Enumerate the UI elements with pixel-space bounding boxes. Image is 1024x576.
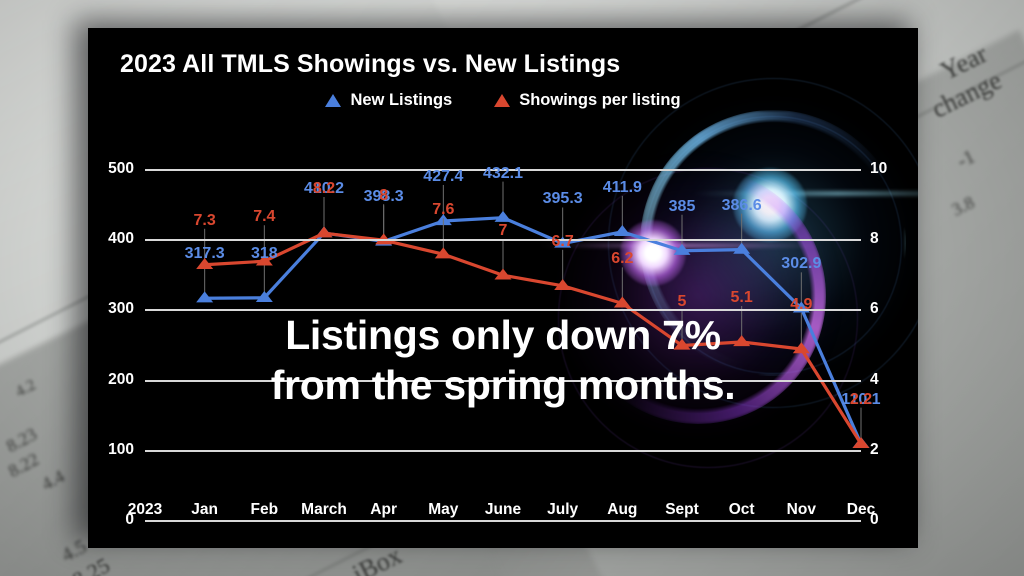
overlay-line-2: from the spring months. [270,362,736,409]
data-point-label: 8 [379,187,389,205]
x-axis-tick-label: May [428,501,459,518]
screenshot-stage: Yearchange-18.238.224.44.58.25iBox4.23.8… [0,0,1024,576]
x-axis-tick-label: Jan [191,501,219,518]
x-axis-tick-label: Feb [250,501,279,518]
data-point-label: 6.2 [611,250,634,268]
x-axis-tick-label: Apr [370,501,398,518]
series-svg [196,181,870,448]
x-axis-tick-label: Oct [728,501,755,518]
y-axis-left-tick-label: 500 [108,160,134,177]
data-point-marker[interactable] [852,436,870,448]
data-point-label: 432.1 [482,164,524,182]
overlay-line-1: Listings only down 7% [285,312,721,358]
y-axis-right-tick-label: 2 [870,440,879,458]
data-point-label: 5.1 [730,288,753,306]
data-point-label: 427.4 [423,167,464,185]
data-point-marker[interactable] [315,226,333,238]
gridline [145,520,861,522]
data-point-label: 8.2 [312,180,336,198]
x-axis-tick-label: Dec [846,501,876,518]
y-axis-left-tick-label: 100 [108,440,134,458]
data-point-label: 5 [677,292,687,310]
data-point-marker[interactable] [494,210,512,222]
data-point-label: 318 [250,244,278,262]
x-axis-tick-label: March [301,501,347,518]
y-axis-right-tick-label: 10 [870,160,888,177]
y-axis-right-tick-label: 8 [870,230,879,248]
x-axis-tick-label: Nov [786,501,816,518]
data-point-label: 395.3 [542,190,583,208]
x-axis-tick-label: Sept [665,501,699,518]
data-point-marker[interactable] [613,225,631,237]
data-point-label: 7.4 [253,208,276,226]
data-point-label: 386.6 [721,196,762,214]
x-axis-tick-label: Aug [607,501,638,518]
data-point-label: 385 [668,197,696,215]
data-point-label: 7 [498,222,508,240]
x-axis-tick-label: June [484,501,522,518]
gridline [145,449,861,452]
chart-card: 2023 All TMLS Showings vs. New Listings … [88,28,918,548]
data-point-label: 7.3 [193,211,216,229]
x-axis-tick-label: 2023 [127,501,163,518]
x-axis-tick-label: July [547,501,579,518]
data-point-label: 302.9 [781,255,822,273]
y-axis-left-tick-label: 400 [108,230,134,248]
overlay-statement: Listings only down 7% from the spring mo… [88,310,918,410]
data-point-label: 317.3 [184,245,225,263]
plot-area: 0 100 200 300 400 500 0 2 4 6 8 10 2023 Jan Feb March Ap… [88,28,918,548]
y-axis-right-tick-label: 0 [870,511,879,528]
data-point-label: 7.6 [432,201,455,219]
data-point-label: 411.9 [602,178,642,196]
data-point-label: 6.7 [551,232,574,250]
